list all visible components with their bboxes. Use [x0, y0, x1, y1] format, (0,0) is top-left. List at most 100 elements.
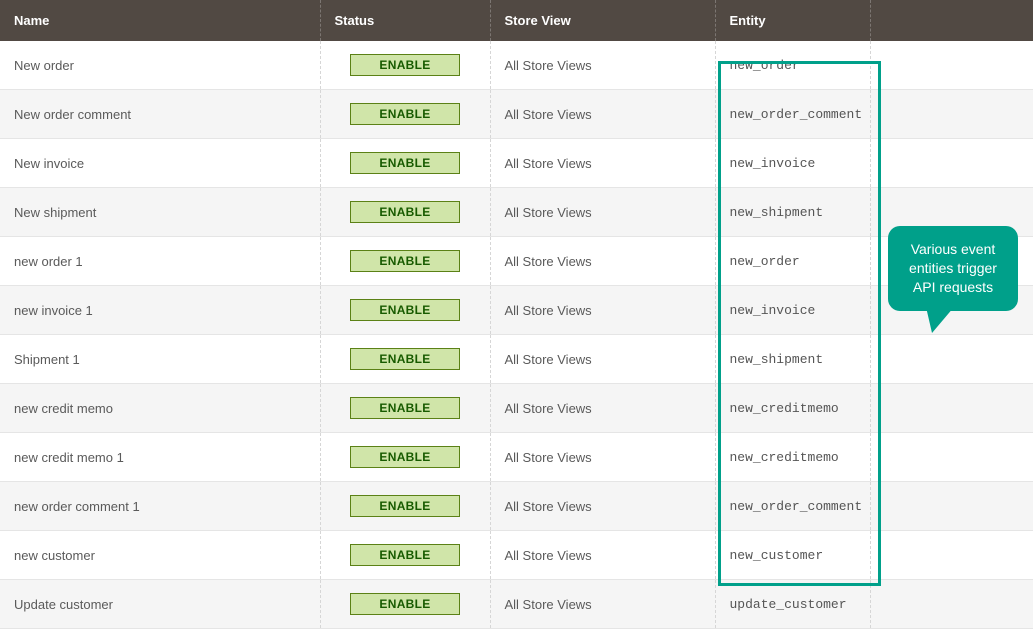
table-row[interactable]: new order comment 1 ENABLE All Store Views… [0, 482, 1033, 531]
cell-status: ENABLE [320, 139, 490, 188]
cell-status: ENABLE [320, 41, 490, 90]
entity-code: new_order_comment [730, 499, 863, 514]
cell-name: New invoice [0, 139, 320, 188]
cell-name: New order [0, 41, 320, 90]
status-badge: ENABLE [350, 446, 460, 468]
cell-store-view: All Store Views [490, 139, 715, 188]
cell-name: new invoice 1 [0, 286, 320, 335]
cell-name: New order comment [0, 90, 320, 139]
table-row[interactable]: New orderENABLEAll Store Views new_order [0, 41, 1033, 90]
cell-extra [870, 433, 1033, 482]
entity-code: new_shipment [730, 205, 824, 220]
col-header-name[interactable]: Name [0, 0, 320, 41]
table-row[interactable]: new credit memo 1 ENABLE All Store Views ne… [0, 433, 1033, 482]
status-badge: ENABLE [350, 397, 460, 419]
cell-extra [870, 384, 1033, 433]
cell-extra [870, 580, 1033, 629]
annotation-callout: Various event entities trigger API reque… [888, 226, 1018, 311]
status-badge: ENABLE [350, 201, 460, 223]
events-table: Name Status Store View Entity New orderE… [0, 0, 1033, 629]
cell-store-view: All Store Views [490, 237, 715, 286]
table-row[interactable]: New invoice ENABLE All Store Views new_invo… [0, 139, 1033, 188]
cell-extra [870, 139, 1033, 188]
cell-name: New shipment [0, 188, 320, 237]
cell-entity: new_order [715, 237, 870, 286]
cell-entity: new_shipment [715, 188, 870, 237]
cell-store-view: All Store Views [490, 433, 715, 482]
table-row[interactable]: Update customer ENABLE All Store Views upda… [0, 580, 1033, 629]
cell-extra [870, 335, 1033, 384]
table-header-row: Name Status Store View Entity [0, 0, 1033, 41]
entity-code: new_shipment [730, 352, 824, 367]
entity-code: new_invoice [730, 303, 816, 318]
cell-store-view: All Store Views [490, 335, 715, 384]
entity-code: new_invoice [730, 156, 816, 171]
cell-status: ENABLE [320, 580, 490, 629]
cell-status: ENABLE [320, 384, 490, 433]
cell-name: Update customer [0, 580, 320, 629]
status-badge: ENABLE [350, 593, 460, 615]
cell-entity: new_order_comment [715, 482, 870, 531]
table-row[interactable]: New order comment ENABLE All Store Views ne… [0, 90, 1033, 139]
status-badge: ENABLE [350, 103, 460, 125]
cell-status: ENABLE [320, 90, 490, 139]
entity-code: new_order [730, 254, 800, 269]
status-badge: ENABLE [350, 544, 460, 566]
cell-entity: new_customer [715, 531, 870, 580]
table-row[interactable]: New shipment ENABLE All Store Views new_shi… [0, 188, 1033, 237]
cell-entity: update_customer [715, 580, 870, 629]
cell-extra [870, 482, 1033, 531]
cell-store-view: All Store Views [490, 580, 715, 629]
cell-status: ENABLE [320, 433, 490, 482]
col-header-store[interactable]: Store View [490, 0, 715, 41]
entity-code: new_order [730, 58, 800, 73]
cell-entity: new_invoice [715, 286, 870, 335]
cell-status: ENABLE [320, 335, 490, 384]
table-row[interactable]: Shipment 1 ENABLE All Store Views new_shipm… [0, 335, 1033, 384]
entity-code: new_order_comment [730, 107, 863, 122]
annotation-text: Various event entities trigger API reque… [909, 241, 997, 295]
cell-entity: new_order [715, 41, 870, 90]
status-badge: ENABLE [350, 250, 460, 272]
cell-status: ENABLE [320, 482, 490, 531]
cell-name: new customer [0, 531, 320, 580]
cell-status: ENABLE [320, 237, 490, 286]
entity-code: new_creditmemo [730, 450, 839, 465]
cell-name: new order 1 [0, 237, 320, 286]
cell-status: ENABLE [320, 531, 490, 580]
cell-entity: new_creditmemo [715, 433, 870, 482]
table-row[interactable]: new invoice 1 ENABLE All Store Views new_in… [0, 286, 1033, 335]
cell-status: ENABLE [320, 188, 490, 237]
col-header-extra [870, 0, 1033, 41]
entity-code: new_creditmemo [730, 401, 839, 416]
status-badge: ENABLE [350, 495, 460, 517]
cell-entity: new_order_comment [715, 90, 870, 139]
cell-name: new order comment 1 [0, 482, 320, 531]
cell-store-view: All Store Views [490, 531, 715, 580]
table-row[interactable]: new customer ENABLE All Store Viewsnew_cus… [0, 531, 1033, 580]
cell-entity: new_creditmemo [715, 384, 870, 433]
status-badge: ENABLE [350, 152, 460, 174]
col-header-status[interactable]: Status [320, 0, 490, 41]
cell-name: Shipment 1 [0, 335, 320, 384]
status-badge: ENABLE [350, 348, 460, 370]
cell-extra [870, 531, 1033, 580]
col-header-entity[interactable]: Entity [715, 0, 870, 41]
cell-store-view: All Store Views [490, 286, 715, 335]
status-badge: ENABLE [350, 299, 460, 321]
cell-extra [870, 90, 1033, 139]
table-row[interactable]: new order 1 ENABLE All Store Views new_orde… [0, 237, 1033, 286]
cell-store-view: All Store Views [490, 384, 715, 433]
cell-store-view: All Store Views [490, 41, 715, 90]
callout-tail-icon [926, 307, 954, 333]
cell-store-view: All Store Views [490, 482, 715, 531]
cell-store-view: All Store Views [490, 188, 715, 237]
cell-status: ENABLE [320, 286, 490, 335]
entity-code: update_customer [730, 597, 847, 612]
cell-entity: new_shipment [715, 335, 870, 384]
cell-name: new credit memo [0, 384, 320, 433]
cell-name: new credit memo 1 [0, 433, 320, 482]
cell-store-view: All Store Views [490, 90, 715, 139]
table-row[interactable]: new credit memo ENABLE All Store Views new_… [0, 384, 1033, 433]
cell-extra [870, 41, 1033, 90]
